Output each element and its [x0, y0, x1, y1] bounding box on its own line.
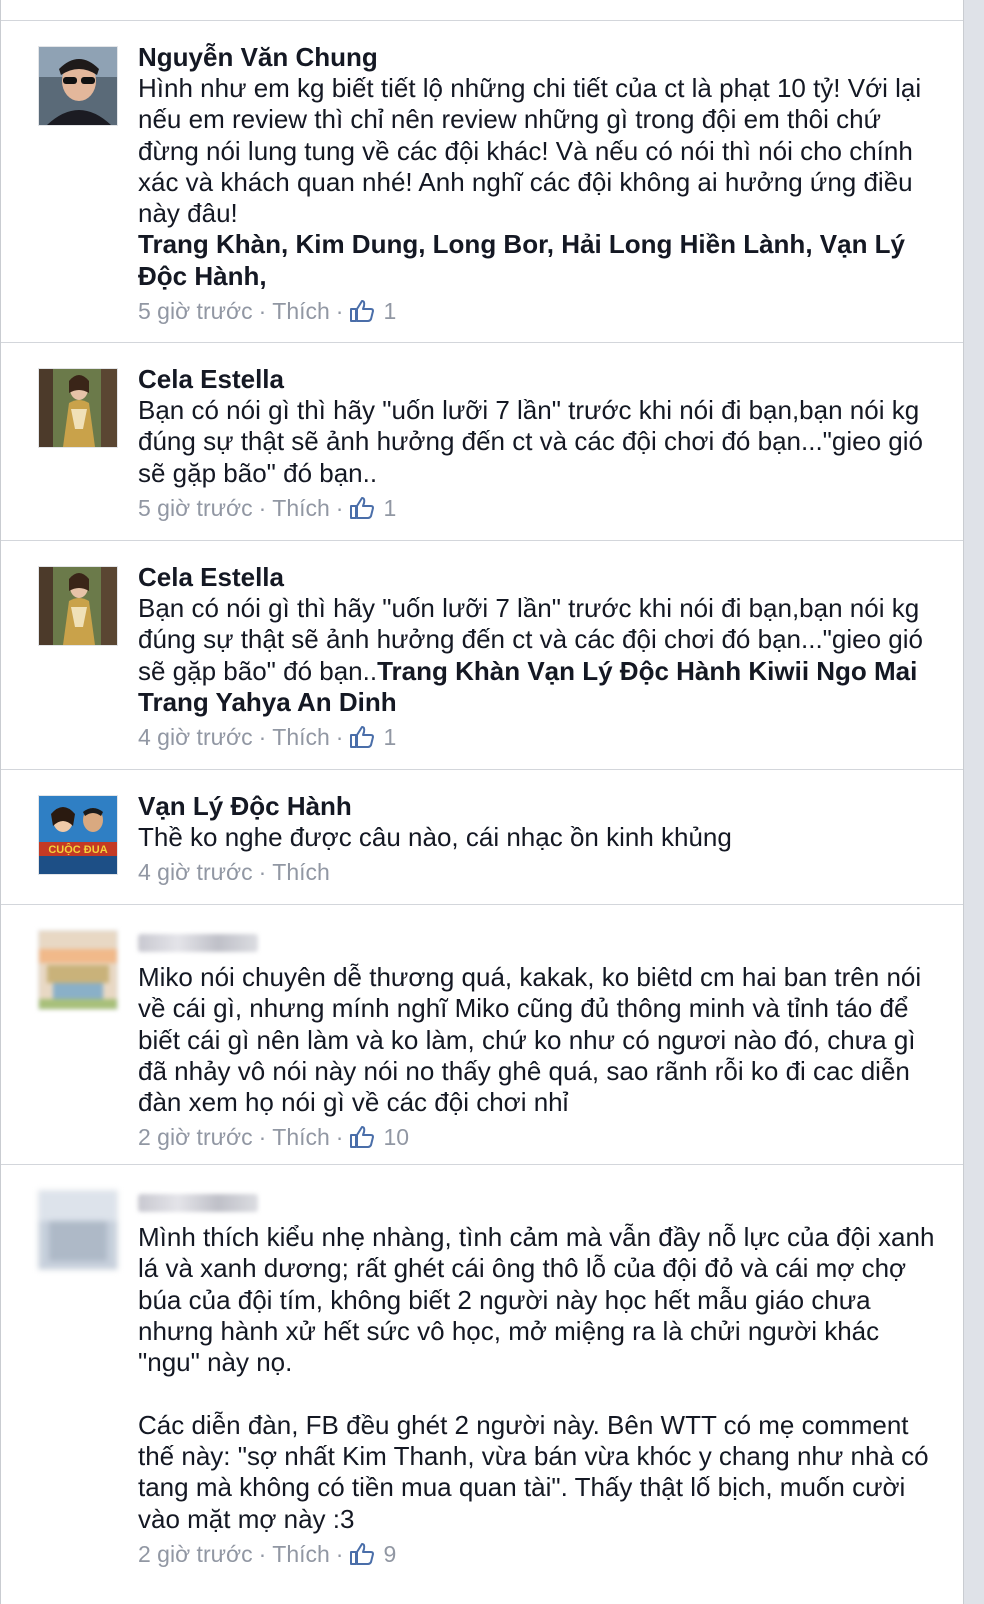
- timestamp[interactable]: 5 giờ trước: [138, 493, 253, 523]
- thumbs-up-icon[interactable]: [349, 1542, 375, 1566]
- like-link[interactable]: Thích: [272, 1122, 330, 1152]
- comment-text: Bạn có nói gì thì hãy "uốn lưỡi 7 lần" t…: [138, 395, 931, 488]
- comment-text: Thề ko nghe được câu nào, cái nhạc ồn ki…: [138, 822, 732, 852]
- avatar-banner-text: CUỘC ĐUA: [48, 843, 107, 856]
- commenter-name-redacted: [138, 934, 258, 952]
- comment-item: Miko nói chuyên dễ thương quá, kakak, ko…: [1, 905, 963, 1165]
- comment-feed: Nguyễn Văn Chung Hình như em kg biết tiế…: [0, 0, 964, 1604]
- comment-meta: 4 giờ trước · Thích · 1: [138, 722, 938, 752]
- separator: ·: [258, 1540, 267, 1567]
- avatar[interactable]: [38, 1190, 118, 1270]
- commenter-name[interactable]: Nguyễn Văn Chung: [138, 42, 938, 73]
- like-link[interactable]: Thích: [272, 296, 330, 326]
- separator: ·: [258, 494, 267, 521]
- avatar[interactable]: [38, 566, 118, 646]
- separator: ·: [258, 724, 267, 751]
- comment-item: Cela Estella Bạn có nói gì thì hãy "uốn …: [1, 541, 963, 770]
- timestamp[interactable]: 4 giờ trước: [138, 857, 253, 887]
- separator: ·: [335, 1540, 344, 1567]
- comment-meta: 5 giờ trước · Thích · 1: [138, 493, 938, 523]
- comment-meta: 4 giờ trước · Thích: [138, 857, 938, 887]
- like-count[interactable]: 1: [383, 722, 396, 752]
- thumbs-up-icon[interactable]: [349, 299, 375, 323]
- timestamp[interactable]: 5 giờ trước: [138, 296, 253, 326]
- like-count[interactable]: 1: [383, 296, 396, 326]
- separator: ·: [335, 1124, 344, 1151]
- commenter-name[interactable]: Cela Estella: [138, 364, 938, 395]
- like-count[interactable]: 1: [383, 493, 396, 523]
- avatar[interactable]: [38, 46, 118, 126]
- thumbs-up-icon[interactable]: [349, 1125, 375, 1149]
- comment-text: Miko nói chuyên dễ thương quá, kakak, ko…: [138, 962, 929, 1118]
- like-link[interactable]: Thích: [272, 1539, 330, 1569]
- comment-item: Cela Estella Bạn có nói gì thì hãy "uốn …: [1, 343, 963, 541]
- avatar[interactable]: [38, 368, 118, 448]
- tagged-people[interactable]: Trang Khàn, Kim Dung, Long Bor, Hải Long…: [138, 229, 912, 290]
- separator: ·: [258, 859, 267, 886]
- commenter-name[interactable]: Vạn Lý Độc Hành: [138, 791, 938, 822]
- separator: ·: [335, 724, 344, 751]
- avatar[interactable]: [38, 930, 118, 1010]
- comment-text: Mình thích kiểu nhẹ nhàng, tình cảm mà v…: [138, 1222, 935, 1534]
- comment-item: Nguyễn Văn Chung Hình như em kg biết tiế…: [1, 21, 963, 343]
- like-link[interactable]: Thích: [272, 493, 330, 523]
- comment-meta: 2 giờ trước · Thích · 9: [138, 1539, 938, 1569]
- timestamp[interactable]: 4 giờ trước: [138, 722, 253, 752]
- like-count[interactable]: 10: [383, 1122, 409, 1152]
- comment-meta: 2 giờ trước · Thích · 10: [138, 1122, 938, 1152]
- timestamp[interactable]: 2 giờ trước: [138, 1539, 253, 1569]
- thumbs-up-icon[interactable]: [349, 496, 375, 520]
- timestamp[interactable]: 2 giờ trước: [138, 1122, 253, 1152]
- separator: ·: [335, 494, 344, 521]
- comment-body: Hình như em kg biết tiết lộ những chi ti…: [138, 73, 929, 229]
- comment-item: CUỘC ĐUA Vạn Lý Độc Hành Thề ko nghe đượ…: [1, 770, 963, 905]
- avatar[interactable]: CUỘC ĐUA: [38, 795, 118, 875]
- separator: ·: [258, 298, 267, 325]
- comment-meta: 5 giờ trước · Thích · 1: [138, 296, 938, 326]
- like-link[interactable]: Thích: [272, 857, 330, 887]
- comment-text: Bạn có nói gì thì hãy "uốn lưỡi 7 lần" t…: [138, 593, 938, 718]
- like-link[interactable]: Thích: [272, 722, 330, 752]
- commenter-name[interactable]: Cela Estella: [138, 562, 938, 593]
- like-count[interactable]: 9: [383, 1539, 396, 1569]
- comment-item: Mình thích kiểu nhẹ nhàng, tình cảm mà v…: [1, 1165, 963, 1604]
- comment-text: Hình như em kg biết tiết lộ những chi ti…: [138, 73, 938, 292]
- commenter-name-redacted: [138, 1194, 258, 1212]
- thumbs-up-icon[interactable]: [349, 725, 375, 749]
- separator: ·: [335, 298, 344, 325]
- separator: ·: [258, 1124, 267, 1151]
